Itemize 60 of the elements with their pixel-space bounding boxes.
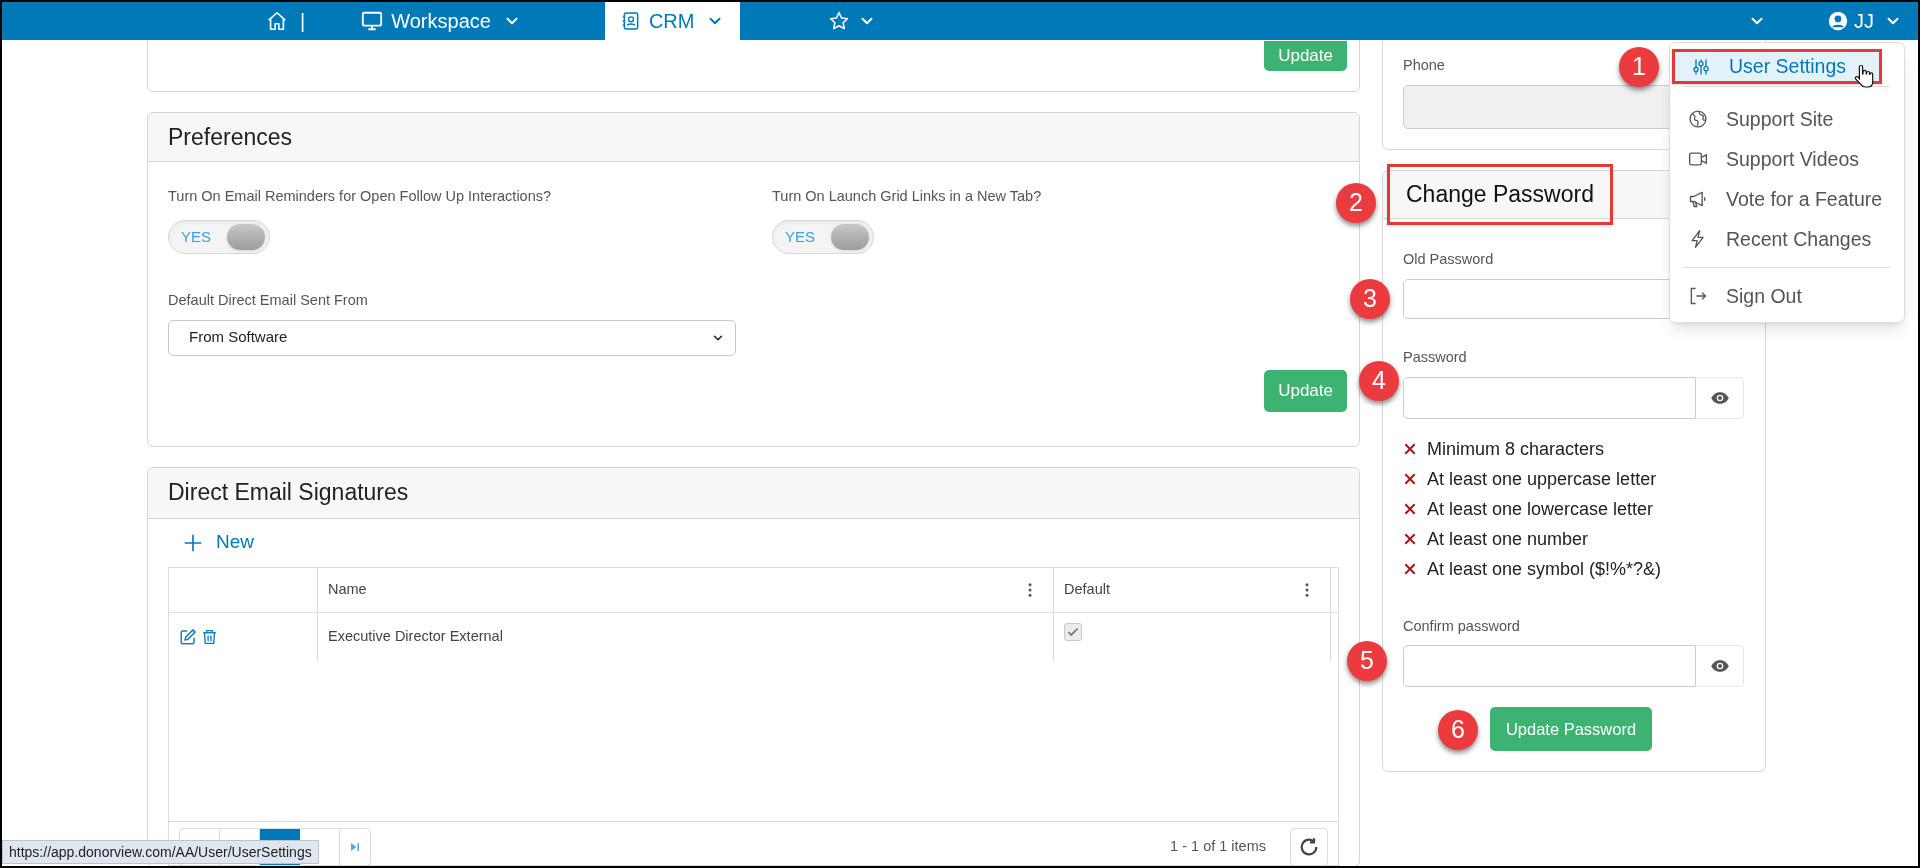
new-button[interactable]: New	[168, 518, 254, 567]
home-icon	[266, 10, 288, 32]
menu-item[interactable]: Support Site	[1672, 99, 1902, 140]
card-title: Direct Email Signatures	[168, 478, 409, 508]
menu-item[interactable]: User Settings	[1672, 49, 1882, 85]
status-url-tooltip: https://app.donorview.com/AA/User/UserSettings	[2, 840, 319, 864]
menu-item[interactable]: Recent Changes	[1672, 219, 1902, 260]
last-page-icon	[349, 841, 361, 853]
step-badge: 2	[1336, 183, 1376, 223]
monitor-icon	[361, 10, 384, 32]
show-password-button[interactable]	[1696, 376, 1744, 419]
select-label: Default Direct Email Sent From	[168, 290, 369, 310]
requirement-text: At least one number	[1427, 527, 1589, 551]
update-button[interactable]: Update	[1264, 369, 1347, 412]
hand-cursor-icon	[1854, 62, 1876, 90]
menu-item[interactable]: Support Videos	[1672, 139, 1902, 180]
toggle-switch[interactable]: YES	[168, 219, 270, 254]
table-cell: Executive Director External	[318, 612, 1054, 661]
menu-item[interactable]: Vote for a Feature	[1672, 179, 1902, 220]
requirement-text: Minimum 8 characters	[1427, 437, 1605, 461]
show-password-button[interactable]	[1696, 645, 1744, 688]
contact-card-icon	[620, 11, 641, 31]
password-field[interactable]	[1403, 376, 1696, 419]
card-title: Preferences	[168, 122, 292, 152]
refresh-button[interactable]	[1290, 828, 1328, 866]
field-label: Password	[1403, 347, 1468, 367]
update-password-button[interactable]: Update Password	[1489, 707, 1653, 752]
pager-info: 1 - 1 of 1 items	[1170, 837, 1266, 857]
email-from-select[interactable]: From Software	[168, 319, 736, 356]
nav-tab[interactable]: |	[252, 2, 320, 40]
megaphone-icon	[1688, 189, 1708, 210]
sign-out-icon	[1688, 286, 1708, 307]
nav-tab[interactable]: CRM	[604, 2, 741, 40]
nav-label: Workspace	[391, 9, 491, 34]
toggle-switch[interactable]: YES	[772, 219, 874, 254]
star-icon	[828, 10, 851, 32]
menu-item[interactable]: Sign Out	[1672, 276, 1902, 317]
nav-tab[interactable]: Workspace	[347, 2, 535, 40]
trash-icon[interactable]	[201, 627, 218, 646]
card-title: Change Password	[1387, 164, 1613, 225]
toggle-label: Turn On Launch Grid Links in a New Tab?	[772, 187, 1043, 206]
requirement-text: At least one symbol ($!%*?&)	[1427, 557, 1662, 581]
user-initials: JJ	[1854, 9, 1874, 34]
nav-label: CRM	[648, 9, 695, 34]
field-label: Phone	[1403, 56, 1445, 75]
globe-icon	[1688, 109, 1708, 130]
column-header[interactable]: Name	[318, 567, 1054, 612]
password-field[interactable]	[1403, 645, 1696, 688]
requirement-text: At least one uppercase letter	[1427, 467, 1657, 491]
user-menu-button[interactable]: JJ	[1828, 2, 1918, 40]
field-label: Old Password	[1403, 250, 1495, 269]
column-header[interactable]: Default	[1054, 567, 1331, 612]
edit-icon[interactable]	[179, 627, 197, 646]
refresh-icon	[1298, 836, 1320, 858]
toggle-label: Turn On Email Reminders for Open Follow Up Interactions?	[168, 187, 553, 206]
field-label: Confirm password	[1403, 616, 1521, 636]
user-avatar-icon	[1828, 11, 1848, 31]
requirement-text: At least one lowercase letter	[1427, 497, 1654, 521]
update-button[interactable]: Update	[1264, 41, 1347, 71]
separator-text: |	[300, 9, 306, 34]
